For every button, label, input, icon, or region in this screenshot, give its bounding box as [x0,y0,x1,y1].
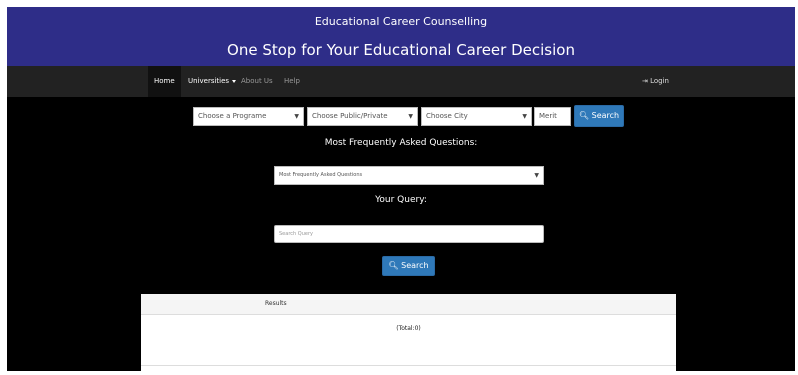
faq-select-value: Most Frequently Asked Questions [279,172,363,178]
faq-select[interactable]: Most Frequently Asked Questions ▼ [274,166,544,185]
login-icon: ⇥ [642,77,648,85]
query-input[interactable]: Search Query [274,225,544,243]
query-input-placeholder: Search Query [279,231,313,237]
dropdown-arrow-icon: ▼ [294,113,299,120]
login-link[interactable]: ⇥ Login [642,66,669,97]
city-select[interactable]: Choose City ▼ [421,107,532,126]
results-panel: Results (Total:0) [141,294,676,371]
header-banner: Educational Career Counselling One Stop … [7,7,795,66]
query-search-button-label: Search [401,261,429,270]
nav-help[interactable]: Help [284,66,300,97]
search-icon: 🔍︎ [388,261,399,270]
nav-about[interactable]: About Us [241,66,273,97]
dropdown-arrow-icon: ▼ [522,113,527,120]
login-label: Login [650,77,669,85]
programme-select-value: Choose a Programe [198,112,267,120]
nav-home[interactable]: Home [148,66,181,97]
faq-heading: Most Frequently Asked Questions: [324,138,478,148]
results-title: Results [141,294,676,315]
navbar: Home Universities About Us Help ⇥ Login [7,66,795,97]
nav-universities-label: Universities [188,77,230,85]
query-search-button[interactable]: 🔍︎ Search [382,256,435,276]
sector-select[interactable]: Choose Public/Private ▼ [307,107,418,126]
filter-search-button-label: Search [591,111,620,120]
sector-select-value: Choose Public/Private [312,112,388,120]
nav-universities[interactable]: Universities [188,66,237,97]
city-select-value: Choose City [426,112,468,120]
caret-down-icon [232,79,237,83]
merit-input[interactable]: Merit [534,107,571,126]
site-title: Educational Career Counselling [314,15,488,28]
dropdown-arrow-icon: ▼ [408,113,413,120]
search-icon: 🔍︎ [578,111,590,120]
query-heading: Your Query: [375,195,427,205]
site-tagline: One Stop for Your Educational Career Dec… [227,41,575,59]
merit-input-placeholder: Merit [539,112,557,120]
programme-select[interactable]: Choose a Programe ▼ [193,107,304,126]
dropdown-arrow-icon: ▼ [534,172,539,179]
panel-footer-divider [141,365,676,366]
results-total: (Total:0) [396,325,421,332]
page-frame: Educational Career Counselling One Stop … [7,7,795,371]
filter-search-button[interactable]: 🔍︎ Search [574,105,624,127]
